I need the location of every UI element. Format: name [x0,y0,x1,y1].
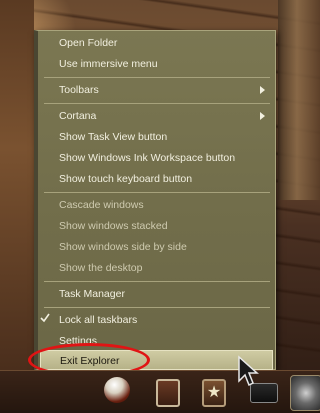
menu-separator [44,192,270,193]
desktop-wallpaper-right [278,0,320,200]
menu-separator [44,103,270,104]
menu-item-label: Show the desktop [59,262,143,274]
submenu-arrow-icon [260,112,265,120]
menu-item-label: Lock all taskbars [59,314,138,326]
menu-item-label: Show windows side by side [59,241,187,253]
media-icon[interactable] [290,375,320,411]
menu-item-label: Cascade windows [59,199,144,211]
menu-item-label: Task Manager [59,288,125,300]
menu-item-cascade-windows[interactable]: Cascade windows [38,195,275,215]
menu-item-cortana[interactable]: Cortana [38,106,275,126]
menu-item-label: Show Windows Ink Workspace button [59,152,236,164]
menu-item-use-immersive-menu[interactable]: Use immersive menu [38,54,275,74]
menu-item-label: Cortana [59,110,97,122]
taskbar-context-menu: Open Folder Use immersive menu Toolbars … [34,30,276,370]
menu-item-show-the-desktop[interactable]: Show the desktop [38,258,275,278]
checkmark-icon [40,313,50,323]
menu-item-lock-all-taskbars[interactable]: Lock all taskbars [38,310,275,330]
picture-frame-icon[interactable] [156,379,180,407]
menu-item-show-touch-keyboard-button[interactable]: Show touch keyboard button [38,169,275,189]
menu-item-show-windows-side-by-side[interactable]: Show windows side by side [38,237,275,257]
menu-item-label: Show Task View button [59,131,168,143]
menu-item-show-task-view-button[interactable]: Show Task View button [38,127,275,147]
submenu-arrow-icon [260,86,265,94]
menu-item-label: Show touch keyboard button [59,173,193,185]
menu-item-label: Toolbars [59,84,99,96]
menu-item-show-windows-stacked[interactable]: Show windows stacked [38,216,275,236]
menu-item-show-windows-ink-workspace-button[interactable]: Show Windows Ink Workspace button [38,148,275,168]
desktop-wallpaper-left [0,0,34,370]
mouse-cursor-icon [238,355,259,387]
menu-item-label: Use immersive menu [59,58,158,70]
menu-separator [44,77,270,78]
menu-item-toolbars[interactable]: Toolbars [38,80,275,100]
taskbar[interactable]: ★ [0,370,320,413]
menu-item-task-manager[interactable]: Task Manager [38,284,275,304]
orb-icon[interactable] [104,377,130,403]
menu-item-open-folder[interactable]: Open Folder [38,33,275,53]
menu-item-label: Open Folder [59,37,118,49]
menu-separator [44,307,270,308]
star-icon[interactable]: ★ [202,379,226,407]
menu-separator [44,281,270,282]
menu-item-label: Show windows stacked [59,220,168,232]
